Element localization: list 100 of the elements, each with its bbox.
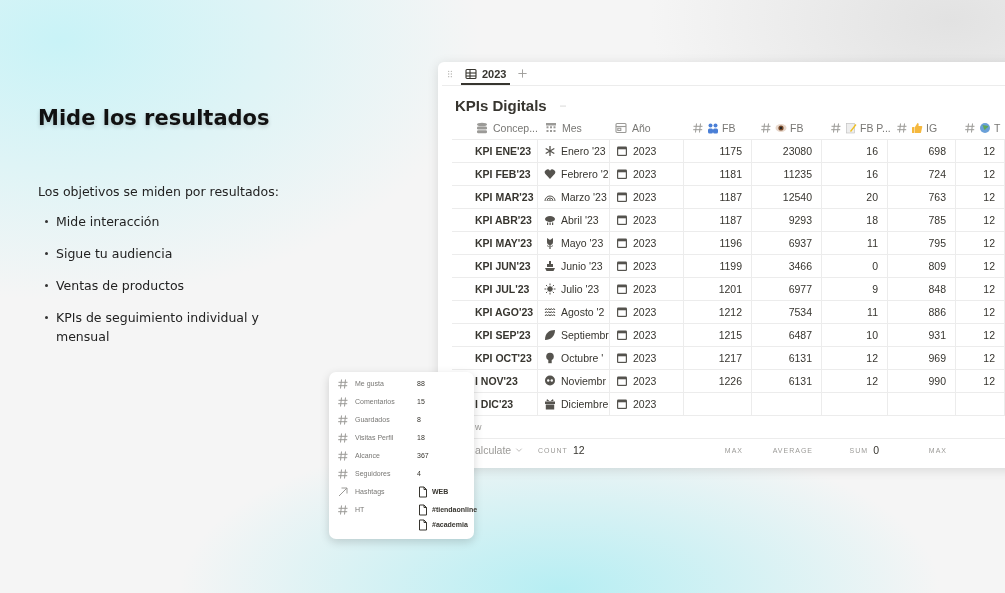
calendar-icon: [545, 122, 557, 134]
table-cell: 12: [956, 163, 1005, 186]
table-cell: 12: [956, 232, 1005, 255]
month-text: Junio '23: [561, 260, 603, 272]
table-cell: 12: [956, 255, 1005, 278]
column-header[interactable]: IG: [926, 122, 938, 134]
arrow-icon: [337, 486, 349, 498]
month-text: Noviembr: [561, 375, 606, 387]
table-cell: 12: [822, 347, 888, 370]
table-cell: 1201: [684, 278, 752, 301]
month-text: Diciembre: [561, 398, 609, 410]
month-text: Septiembr: [561, 329, 609, 341]
table-cell: 12: [956, 278, 1005, 301]
year-text: 2023: [633, 237, 657, 249]
table-cell: 9: [822, 278, 888, 301]
year-text: 2023: [633, 398, 657, 410]
bullet-icon: [45, 252, 48, 255]
eye-icon: [775, 122, 787, 134]
table-cell: 20: [822, 186, 888, 209]
database-title: KPIs Digitals: [455, 97, 547, 114]
page-title[interactable]: KPI ENE'23: [475, 145, 532, 157]
year-text: 2023: [633, 191, 657, 203]
page-icon: [417, 486, 429, 498]
table-cell: 724: [888, 163, 956, 186]
bullet-text: Mide interacción: [56, 213, 160, 231]
page-title[interactable]: KPI JUL'23: [475, 283, 530, 295]
column-header[interactable]: T: [994, 122, 1001, 134]
month-text: Agosto '2: [561, 306, 605, 318]
lightbulb-icon: [544, 352, 556, 364]
calendar-icon: [616, 145, 628, 157]
table-cell: 12: [956, 140, 1005, 163]
people-icon: [707, 122, 719, 134]
table-cell: 12: [822, 370, 888, 393]
table-cell: 12: [956, 324, 1005, 347]
hash-icon: [337, 378, 349, 390]
table-cell: 6131: [752, 370, 822, 393]
skull-icon: [544, 375, 556, 387]
year-text: 2023: [633, 283, 657, 295]
month-text: Febrero '2: [561, 168, 609, 180]
hash-icon: [896, 122, 908, 134]
calendar-icon: [616, 283, 628, 295]
column-header[interactable]: Concep...: [493, 122, 538, 134]
calendar-icon: [616, 329, 628, 341]
month-text: Mayo '23: [561, 237, 604, 249]
waves-icon: [544, 306, 556, 318]
page-title[interactable]: KPI MAY'23: [475, 237, 532, 249]
calendar-icon: [616, 237, 628, 249]
month-text: Octubre ': [561, 352, 604, 364]
page-title[interactable]: I NOV'23: [475, 375, 518, 387]
column-header[interactable]: FB: [790, 122, 804, 134]
sun-icon: [544, 283, 556, 295]
calendar-icon: [616, 260, 628, 272]
column-header[interactable]: FB P...: [860, 122, 891, 134]
view-tab[interactable]: 2023: [461, 62, 511, 85]
column-header[interactable]: Año: [632, 122, 651, 134]
page-title[interactable]: KPI FEB'23: [475, 168, 531, 180]
page-title[interactable]: KPI JUN'23: [475, 260, 531, 272]
month-text: Marzo '23: [561, 191, 607, 203]
table-cell: 23080: [752, 140, 822, 163]
table-cell: 3466: [752, 255, 822, 278]
table-cell: 16: [822, 163, 888, 186]
table-cell: 6131: [752, 347, 822, 370]
hash-icon: [337, 414, 349, 426]
column-header[interactable]: Mes: [562, 122, 582, 134]
calendar-icon: [616, 306, 628, 318]
page-title[interactable]: KPI AGO'23: [475, 306, 534, 318]
page-title[interactable]: KPI ABR'23: [475, 214, 532, 226]
table-cell: 990: [888, 370, 956, 393]
page-title[interactable]: KPI MAR'23: [475, 191, 534, 203]
hash-icon: [337, 396, 349, 408]
year-text: 2023: [633, 329, 657, 341]
bullet-icon: [45, 220, 48, 223]
leaf-icon: [544, 329, 556, 341]
year-text: 2023: [633, 145, 657, 157]
year-text: 2023: [633, 375, 657, 387]
flower-icon: [544, 237, 556, 249]
table-cell: 6977: [752, 278, 822, 301]
page-title[interactable]: I DIC'23: [475, 398, 514, 410]
bullet-icon: [45, 284, 48, 287]
table-cell: 809: [888, 255, 956, 278]
table-cell: 10: [822, 324, 888, 347]
column-header[interactable]: FB: [722, 122, 736, 134]
table-cell: 12540: [752, 186, 822, 209]
page-icon: [417, 519, 429, 531]
thumbs-up-icon: [911, 122, 923, 134]
page-title[interactable]: KPI SEP'23: [475, 329, 531, 341]
table-cell: 795: [888, 232, 956, 255]
rain-cloud-icon: [544, 214, 556, 226]
calendar-icon: [616, 214, 628, 226]
table-cell: 1215: [684, 324, 752, 347]
year-text: 2023: [633, 306, 657, 318]
table-cell: 1196: [684, 232, 752, 255]
globe-icon: [979, 122, 991, 134]
hash-icon: [337, 450, 349, 462]
ship-icon: [544, 260, 556, 272]
table-cell: 1212: [684, 301, 752, 324]
page-title[interactable]: KPI OCT'23: [475, 352, 532, 364]
bullet-icon: [45, 316, 48, 319]
calendar-icon: [616, 191, 628, 203]
table-cell: 12: [956, 209, 1005, 232]
